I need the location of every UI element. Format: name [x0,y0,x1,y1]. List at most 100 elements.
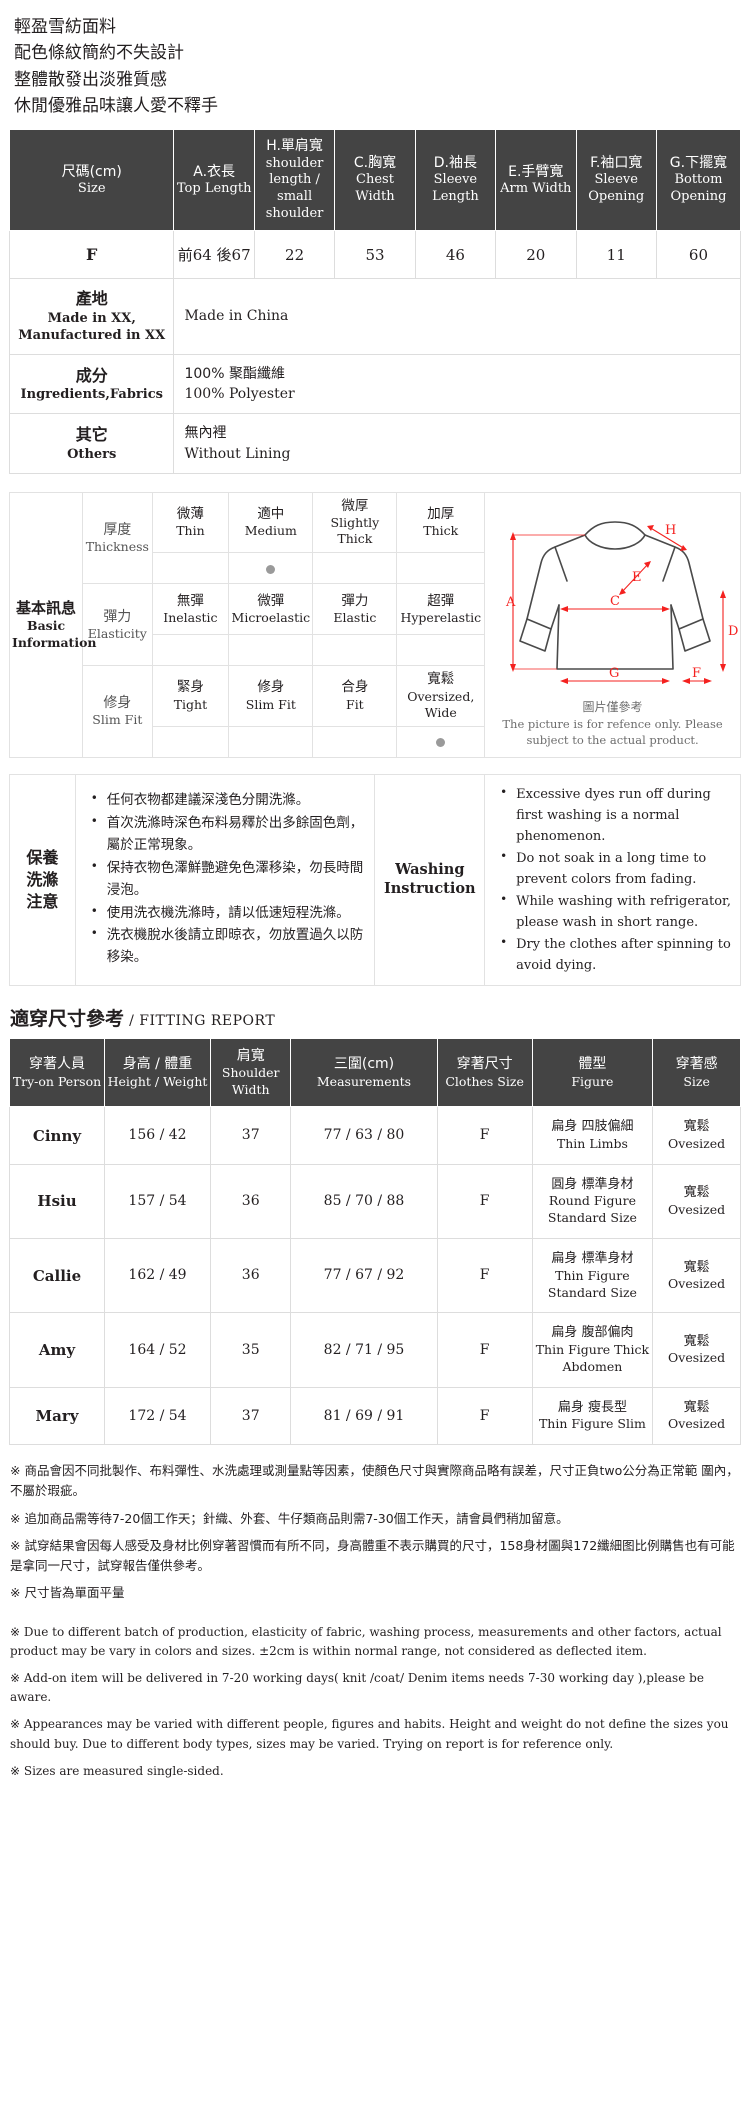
fitting-cell-feel: 寬鬆 Ovesized [652,1163,741,1240]
thickness-dot-slightly-thick [312,552,398,585]
fabric-value: 100% 聚酯纖維 100% Polyester [173,353,741,415]
fitting-cell-size: F [436,1106,533,1165]
fitting-cell-figure: 扁身 四肢偏細 Thin Limbs [531,1106,654,1165]
size-header-shoulder: H.單肩寬 shoulder length / small shoulder [253,129,336,232]
fitting-cell-figure: 扁身 瘦長型 Thin Figure Slim [531,1386,654,1446]
fitting-cell-shoulder: 37 [209,1386,292,1446]
slimfit-dot-fit [312,725,398,758]
thickness-dot-thin [151,552,230,585]
fitting-cell-measurements: 77 / 67 / 92 [290,1238,438,1314]
elasticity-option-microelastic: 微彈 Microelastic [228,583,314,636]
diagram-label-d: D [728,624,738,639]
list-item: 使用洗衣機洗滌時，請以低速短程洗滌。 [91,902,374,925]
washing-wrap: 保養 洗滌 注意 任何衣物都建議深淺色分開洗滌。 首次洗滌時深色布料易釋於出多餘… [0,773,750,986]
fitting-report-title: 適穿尺寸參考 / FITTING REPORT [10,1007,276,1030]
slimfit-row-name: 修身 Slim Fit [82,665,153,758]
fitting-report-table: 穿著人員 Try-on Person 身高 / 體重 Height / Weig… [8,1037,741,1446]
washing-table: 保養 洗滌 注意 任何衣物都建議深淺色分開洗滌。 首次洗滌時深色布料易釋於出多餘… [9,773,741,986]
diagram-label-h: H [665,523,676,538]
washing-label-cn: 保養 洗滌 注意 [9,773,76,986]
fitting-cell-person: Cinny [8,1106,106,1165]
size-cell-size: F [8,230,175,280]
list-item: Dry the clothes after spinning to avoid … [500,933,739,976]
fitting-cell-figure: 扁身 標準身材 Thin Figure Standard Size [531,1238,654,1314]
slimfit-dot-slim [228,725,314,758]
garment-measurement-diagram: A C D E F G H 圖片僅參考 The picture is for r… [484,492,741,758]
list-item: Do not soak in a long time to prevent co… [500,847,739,890]
fitting-cell-feel: 寬鬆 Ovesized [652,1312,741,1388]
size-table: 尺碼(cm) Size A.衣長 Top Length H.單肩寬 should… [8,129,742,474]
size-header-sleeve-opening: F.袖口寬 Sleeve Opening [575,129,657,232]
thickness-option-thin: 微薄 Thin [151,491,230,554]
footnote-cn-4: ※ 尺寸皆為單面平量 [10,1585,125,1601]
fitting-cell-measurements: 82 / 71 / 95 [290,1312,438,1388]
thickness-option-medium: 適中 Medium [228,491,314,554]
slimfit-option-oversized: 寬鬆 Oversized, Wide [396,665,486,727]
basic-info-label: 基本訊息 Basic Information [8,492,97,758]
size-cell-chest: 53 [334,230,416,280]
basic-info-table: 基本訊息 Basic Information 厚度 Thickness 微薄 T… [8,491,741,758]
diagram-label-g: G [609,666,619,681]
thickness-option-slightly-thick: 微厚 Slightly Thick [312,491,398,554]
fitting-cell-feel: 寬鬆 Ovesized [652,1386,741,1446]
fitting-cell-person: Callie [8,1238,106,1314]
others-row: 其它 Others 無內裡 Without Lining [8,413,741,474]
elasticity-dot-hyperelastic [396,634,486,667]
table-row: Callie 162 / 49 36 77 / 67 / 92 F 扁身 標準身… [8,1238,741,1314]
table-row: Amy 164 / 52 35 82 / 71 / 95 F 扁身 腹部偏肉 T… [8,1312,741,1388]
fitting-cell-shoulder: 36 [209,1163,292,1240]
fitting-cell-size: F [436,1238,533,1314]
list-item: While washing with refrigerator, please … [500,890,739,933]
diagram-caption: 圖片僅參考 The picture is for refence only. P… [502,700,723,747]
fitting-header-row: 穿著人員 Try-on Person 身高 / 體重 Height / Weig… [8,1037,741,1108]
fitting-cell-feel: 寬鬆 Ovesized [652,1238,741,1314]
fitting-cell-size: F [436,1386,533,1446]
intro-line-3: 整體散發出淡雅質感 [14,69,167,90]
thickness-option-row: 基本訊息 Basic Information 厚度 Thickness 微薄 T… [8,491,741,758]
size-table-wrap: 尺碼(cm) Size A.衣長 Top Length H.單肩寬 should… [0,129,750,474]
size-header-chest: C.胸寬 Chest Width [334,129,416,232]
fitting-cell-height-weight: 157 / 54 [104,1163,211,1240]
list-item: 保持衣物色澤鮮艷避免色澤移染，勿長時間浸泡。 [91,857,374,902]
fitting-header-shoulder: 肩寬 Shoulder Width [209,1037,292,1108]
others-value: 無內裡 Without Lining [173,413,741,474]
fitting-cell-height-weight: 172 / 54 [104,1386,211,1446]
intro-line-1: 輕盈雪紡面料 [14,17,116,37]
fitting-cell-measurements: 85 / 70 / 88 [290,1163,438,1240]
fitting-cell-shoulder: 37 [209,1106,292,1165]
elasticity-option-elastic: 彈力 Elastic [312,583,398,636]
fitting-cell-person: Hsiu [8,1163,106,1240]
thickness-dot-thick [396,552,486,585]
fitting-header-height-weight: 身高 / 體重 Height / Weight [104,1037,211,1108]
intro-line-4: 休閒優雅品味讓人愛不釋手 [14,96,218,117]
fabric-label: 成分 Ingredients,Fabrics [8,353,175,415]
basic-info-wrap: 基本訊息 Basic Information 厚度 Thickness 微薄 T… [0,491,750,758]
size-header-sleeve-length: D.袖長 Sleeve Length [414,129,497,232]
slimfit-dot-oversized [396,725,486,758]
elasticity-option-hyperelastic: 超彈 Hyperelastic [396,583,486,636]
origin-label: 產地 Made in XX, Manufactured in XX [8,278,175,355]
slimfit-option-tight: 緊身 Tight [151,665,230,727]
fitting-report-wrap: 穿著人員 Try-on Person 身高 / 體重 Height / Weig… [0,1037,750,1446]
washing-notes-cn-list: 任何衣物都建議深淺色分開洗滌。 首次洗滌時深色布料易釋於出多餘固色劑，屬於正常現… [77,789,374,969]
fitting-cell-size: F [436,1163,533,1240]
size-header-bottom-opening: G.下擺寬 Bottom Opening [655,129,742,232]
intro-line-2: 配色條紋簡約不失設計 [14,43,184,64]
diagram-label-c: C [610,594,620,609]
others-label: 其它 Others [8,413,175,474]
size-table-row: F 前64 後67 22 53 46 20 11 60 [8,230,742,280]
fitting-header-figure: 體型 Figure [531,1037,654,1108]
fitting-cell-figure: 圓身 標準身材 Round Figure Standard Size [531,1163,654,1240]
size-header-top-length: A.衣長 Top Length [173,129,255,232]
list-item: 洗衣機脫水後請立即晾衣，勿放置過久以防移染。 [91,924,374,969]
footnote-cn-1: ※ 商品會因不同批製作、布料彈性、水洗處理或測量點等因素，使顏色尺寸與實際商品略… [10,1463,739,1499]
elasticity-row-name: 彈力 Elasticity [82,583,153,667]
size-table-header-row: 尺碼(cm) Size A.衣長 Top Length H.單肩寬 should… [8,129,742,232]
footnote-en-3: ※ Appearances may be varied with differe… [10,1717,729,1751]
thickness-dot-medium [228,552,314,585]
fitting-cell-height-weight: 164 / 52 [104,1312,211,1388]
origin-row: 產地 Made in XX, Manufactured in XX Made i… [8,278,741,355]
table-row: Hsiu 157 / 54 36 85 / 70 / 88 F 圓身 標準身材 … [8,1163,741,1240]
fitting-cell-measurements: 77 / 63 / 80 [290,1106,438,1165]
elasticity-dot-microelastic [228,634,314,667]
